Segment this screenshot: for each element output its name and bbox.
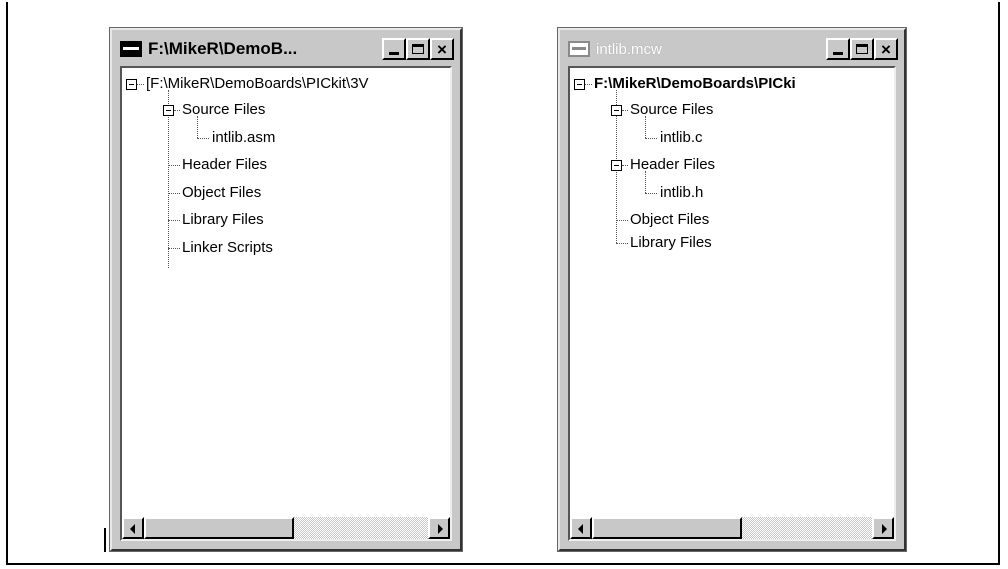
tree-connector	[168, 248, 180, 249]
tree-connector	[616, 243, 628, 244]
tree-connector	[168, 220, 180, 221]
tree-item-library-files[interactable]: Library Files	[630, 234, 712, 252]
scroll-right-button[interactable]	[872, 517, 894, 539]
title-bar[interactable]: intlib.mcw ×	[566, 35, 898, 63]
maximize-icon	[856, 44, 868, 54]
project-tree-pane[interactable]: [F:\MikeR\DemoBoards\PICkit\3V Source Fi…	[120, 66, 452, 541]
tree-connector	[622, 165, 628, 166]
collapse-icon[interactable]	[574, 79, 585, 90]
tree-item-source-files[interactable]: Source Files	[630, 101, 713, 119]
tree-connector	[616, 220, 628, 221]
scroll-left-icon	[130, 524, 135, 534]
tree-item-header-files[interactable]: Header Files	[630, 156, 715, 174]
divider-mark	[104, 528, 106, 552]
tree-connector	[168, 165, 180, 166]
tree-connector	[585, 84, 592, 85]
close-button[interactable]: ×	[874, 38, 898, 60]
tree-connector	[197, 116, 198, 138]
tree-connector	[137, 84, 144, 85]
tree-item-source-file[interactable]: intlib.asm	[212, 129, 275, 147]
tree-connector	[622, 110, 628, 111]
minimize-button[interactable]	[826, 38, 850, 60]
minimize-icon	[389, 52, 399, 55]
tree-item-header-file[interactable]: intlib.h	[660, 184, 703, 202]
tree-connector	[197, 138, 209, 139]
tree-connector	[645, 193, 657, 194]
collapse-icon[interactable]	[611, 160, 622, 171]
project-tree: F:\MikeR\DemoBoards\PICki Source Files i…	[570, 68, 894, 539]
horizontal-scrollbar[interactable]	[570, 517, 894, 539]
tree-connector	[168, 90, 169, 268]
close-icon: ×	[881, 39, 891, 59]
scroll-right-icon	[882, 524, 887, 534]
tree-item-header-files[interactable]: Header Files	[182, 156, 267, 174]
project-window-active: F:\MikeR\DemoB... × [F:\MikeR\DemoBoards…	[109, 27, 463, 552]
collapse-icon[interactable]	[126, 79, 137, 90]
title-bar[interactable]: F:\MikeR\DemoB... ×	[118, 35, 454, 63]
tree-item-object-files[interactable]: Object Files	[182, 184, 261, 202]
tree-connector	[645, 116, 646, 138]
window-title: F:\MikeR\DemoB...	[148, 39, 298, 58]
project-tree-pane[interactable]: F:\MikeR\DemoBoards\PICki Source Files i…	[568, 66, 896, 541]
tree-connector	[168, 193, 180, 194]
maximize-button[interactable]	[850, 38, 874, 60]
horizontal-scrollbar[interactable]	[122, 517, 450, 539]
project-tree: [F:\MikeR\DemoBoards\PICkit\3V Source Fi…	[122, 68, 450, 539]
tree-item-object-files[interactable]: Object Files	[630, 211, 709, 229]
tree-item-source-files[interactable]: Source Files	[182, 101, 265, 119]
close-icon: ×	[437, 39, 447, 59]
system-menu-icon[interactable]	[568, 41, 590, 57]
tree-connector	[645, 171, 646, 193]
tree-connector	[645, 138, 657, 139]
minimize-button[interactable]	[382, 38, 406, 60]
scroll-left-button[interactable]	[570, 517, 592, 539]
tree-item-library-files[interactable]: Library Files	[182, 211, 264, 229]
tree-root[interactable]: F:\MikeR\DemoBoards\PICki	[594, 75, 796, 93]
collapse-icon[interactable]	[163, 105, 174, 116]
scroll-left-button[interactable]	[122, 517, 144, 539]
scroll-right-icon	[438, 524, 443, 534]
system-menu-icon[interactable]	[120, 41, 142, 57]
tree-connector	[174, 110, 180, 111]
minimize-icon	[833, 52, 843, 55]
close-button[interactable]: ×	[430, 38, 454, 60]
scroll-left-icon	[578, 524, 583, 534]
scrollbar-thumb[interactable]	[592, 517, 742, 539]
scroll-right-button[interactable]	[428, 517, 450, 539]
tree-item-source-file[interactable]: intlib.c	[660, 129, 703, 147]
scrollbar-thumb[interactable]	[144, 517, 294, 539]
tree-root[interactable]: [F:\MikeR\DemoBoards\PICkit\3V	[146, 75, 369, 93]
window-title: intlib.mcw	[596, 40, 662, 58]
workspace-window-inactive: intlib.mcw × F:\MikeR\DemoBoards\PICki S…	[557, 27, 907, 552]
collapse-icon[interactable]	[611, 105, 622, 116]
maximize-button[interactable]	[406, 38, 430, 60]
maximize-icon	[412, 44, 424, 54]
tree-item-linker-scripts[interactable]: Linker Scripts	[182, 239, 273, 257]
